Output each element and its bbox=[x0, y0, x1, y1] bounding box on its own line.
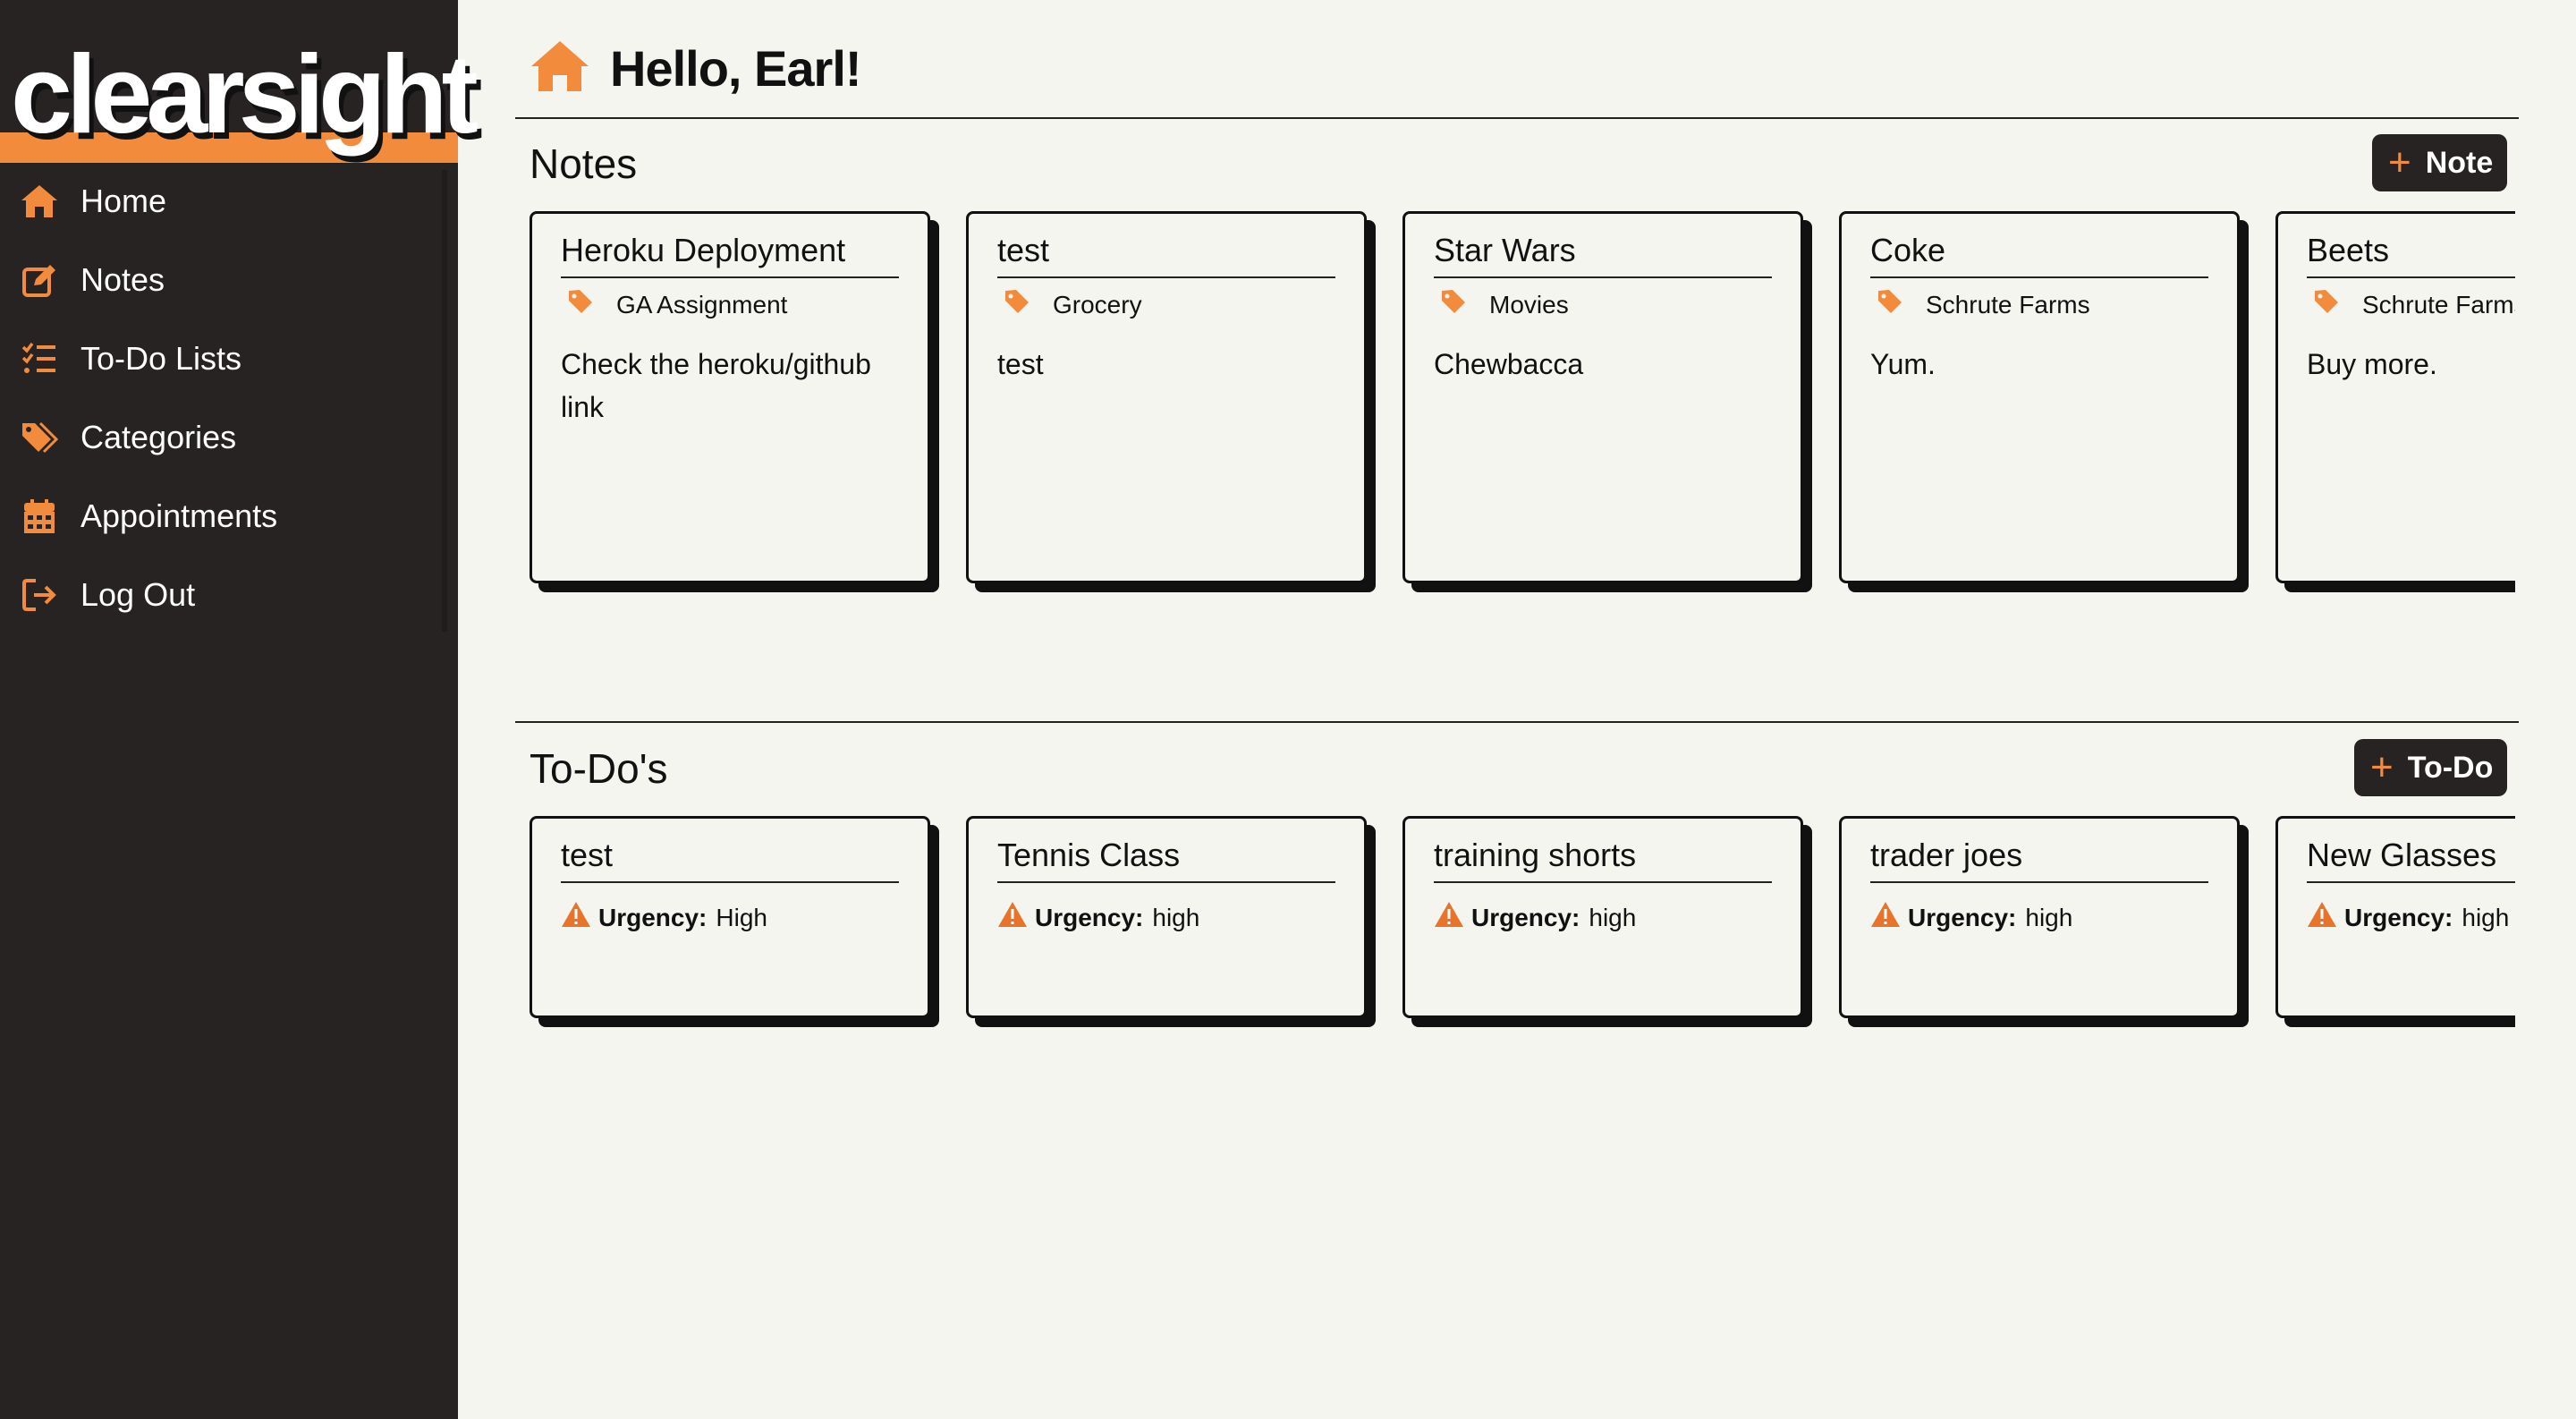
add-note-label: Note bbox=[2425, 145, 2494, 180]
note-category-label: GA Assignment bbox=[616, 290, 788, 319]
sidebar-item-label: Log Out bbox=[80, 576, 196, 613]
urgency-label: Urgency: bbox=[1908, 903, 2017, 931]
sidebar-item-label: Appointments bbox=[80, 497, 278, 534]
note-title: Heroku Deployment bbox=[561, 232, 899, 278]
sidebar: clearsight Home Notes To-Do Lists Catego… bbox=[0, 0, 479, 1419]
plus-icon: + bbox=[2370, 745, 2394, 789]
todo-card[interactable]: New Glasses Urgency: high bbox=[2275, 816, 2515, 1018]
list-check-icon bbox=[18, 337, 61, 380]
logo-text: clearsight bbox=[11, 33, 479, 157]
edit-icon bbox=[18, 259, 61, 302]
note-card[interactable]: Star Wars Movies Chewbacca bbox=[1402, 211, 1803, 583]
note-category-label: Schrute Farms bbox=[2362, 290, 2515, 319]
page-title: Hello, Earl! bbox=[610, 40, 862, 97]
todos-list: test Urgency: High Tennis Class Urgency:… bbox=[530, 816, 2515, 1031]
home-icon bbox=[18, 180, 61, 223]
note-category: Grocery bbox=[1004, 289, 1142, 320]
note-category-label: Grocery bbox=[1053, 290, 1142, 319]
todo-urgency: Urgency: high bbox=[997, 901, 1199, 934]
tag-icon bbox=[1441, 289, 1470, 320]
tag-icon bbox=[568, 289, 597, 320]
tag-icon bbox=[1877, 289, 1906, 320]
note-card[interactable]: Coke Schrute Farms Yum. bbox=[1839, 211, 2240, 583]
notes-section-title: Notes bbox=[530, 140, 638, 187]
note-card[interactable]: Beets Schrute Farms Buy more. bbox=[2275, 211, 2515, 583]
tag-icon bbox=[1004, 289, 1033, 320]
todo-urgency: Urgency: High bbox=[561, 901, 767, 934]
sidebar-item-log-out[interactable]: Log Out bbox=[18, 564, 438, 626]
warning-icon bbox=[997, 901, 1028, 934]
logout-icon bbox=[18, 574, 61, 616]
urgency-value: High bbox=[716, 903, 767, 931]
todo-card[interactable]: trader joes Urgency: high bbox=[1839, 816, 2240, 1018]
urgency-value: high bbox=[1589, 903, 1637, 931]
urgency-label: Urgency: bbox=[2344, 903, 2453, 931]
warning-icon bbox=[1870, 901, 1901, 934]
todos-section-title: To-Do's bbox=[530, 745, 668, 792]
urgency-label: Urgency: bbox=[1471, 903, 1580, 931]
note-category: GA Assignment bbox=[568, 289, 787, 320]
todo-title: trader joes bbox=[1870, 837, 2208, 883]
urgency-value: high bbox=[2462, 903, 2510, 931]
home-icon bbox=[530, 39, 590, 98]
note-category-label: Schrute Farms bbox=[1926, 290, 2090, 319]
urgency-value: high bbox=[2025, 903, 2073, 931]
sidebar-item-label: Notes bbox=[80, 261, 165, 298]
sidebar-item-appointments[interactable]: Appointments bbox=[18, 485, 438, 548]
todo-urgency: Urgency: high bbox=[1870, 901, 2072, 934]
sidebar-item-label: To-Do Lists bbox=[80, 340, 242, 377]
section-divider bbox=[515, 721, 2519, 723]
note-category: Movies bbox=[1441, 289, 1569, 320]
sidebar-item-home[interactable]: Home bbox=[18, 170, 438, 233]
warning-icon bbox=[1434, 901, 1464, 934]
todo-title: Tennis Class bbox=[997, 837, 1335, 883]
note-title: Coke bbox=[1870, 232, 2208, 278]
note-body: test bbox=[997, 348, 1044, 380]
plus-icon: + bbox=[2388, 140, 2411, 184]
note-body: Yum. bbox=[1870, 348, 1936, 380]
note-body: Buy more. bbox=[2307, 348, 2437, 380]
sidebar-item-notes[interactable]: Notes bbox=[18, 249, 438, 311]
note-title: Star Wars bbox=[1434, 232, 1772, 278]
note-category: Schrute Farms bbox=[1877, 289, 2090, 320]
todo-card[interactable]: training shorts Urgency: high bbox=[1402, 816, 1803, 1018]
sidebar-item-categories[interactable]: Categories bbox=[18, 406, 438, 469]
note-body: Check the heroku/github link bbox=[561, 348, 871, 423]
note-category-label: Movies bbox=[1489, 290, 1569, 319]
notes-list: Heroku Deployment GA Assignment Check th… bbox=[530, 211, 2515, 596]
add-todo-button[interactable]: + To-Do bbox=[2354, 739, 2508, 796]
note-title: Beets bbox=[2307, 232, 2515, 278]
note-category: Schrute Farms bbox=[2314, 289, 2515, 320]
add-todo-label: To-Do bbox=[2407, 750, 2494, 785]
main-content: Hello, Earl! Notes + Note Heroku Deploym… bbox=[458, 0, 2576, 1419]
warning-icon bbox=[561, 901, 591, 934]
note-title: test bbox=[997, 232, 1335, 278]
page-header: Hello, Earl! bbox=[530, 39, 862, 98]
sidebar-item-label: Home bbox=[80, 183, 167, 219]
sidebar-item-todo-lists[interactable]: To-Do Lists bbox=[18, 327, 438, 390]
logo[interactable]: clearsight bbox=[0, 36, 479, 163]
note-card[interactable]: test Grocery test bbox=[966, 211, 1367, 583]
todo-card[interactable]: Tennis Class Urgency: high bbox=[966, 816, 1367, 1018]
header-divider bbox=[515, 117, 2519, 119]
todo-urgency: Urgency: high bbox=[1434, 901, 1636, 934]
urgency-value: high bbox=[1152, 903, 1200, 931]
todo-card[interactable]: test Urgency: High bbox=[530, 816, 930, 1018]
tags-icon bbox=[18, 416, 61, 459]
calendar-icon bbox=[18, 495, 61, 538]
warning-icon bbox=[2307, 901, 2337, 934]
add-note-button[interactable]: + Note bbox=[2372, 134, 2508, 191]
tag-icon bbox=[2314, 289, 2343, 320]
todo-title: test bbox=[561, 837, 899, 883]
todo-title: training shorts bbox=[1434, 837, 1772, 883]
sidebar-item-label: Categories bbox=[80, 419, 237, 455]
urgency-label: Urgency: bbox=[1035, 903, 1144, 931]
note-body: Chewbacca bbox=[1434, 348, 1584, 380]
note-card[interactable]: Heroku Deployment GA Assignment Check th… bbox=[530, 211, 930, 583]
sidebar-divider bbox=[442, 170, 447, 632]
urgency-label: Urgency: bbox=[598, 903, 708, 931]
todo-urgency: Urgency: high bbox=[2307, 901, 2509, 934]
todo-title: New Glasses bbox=[2307, 837, 2515, 883]
